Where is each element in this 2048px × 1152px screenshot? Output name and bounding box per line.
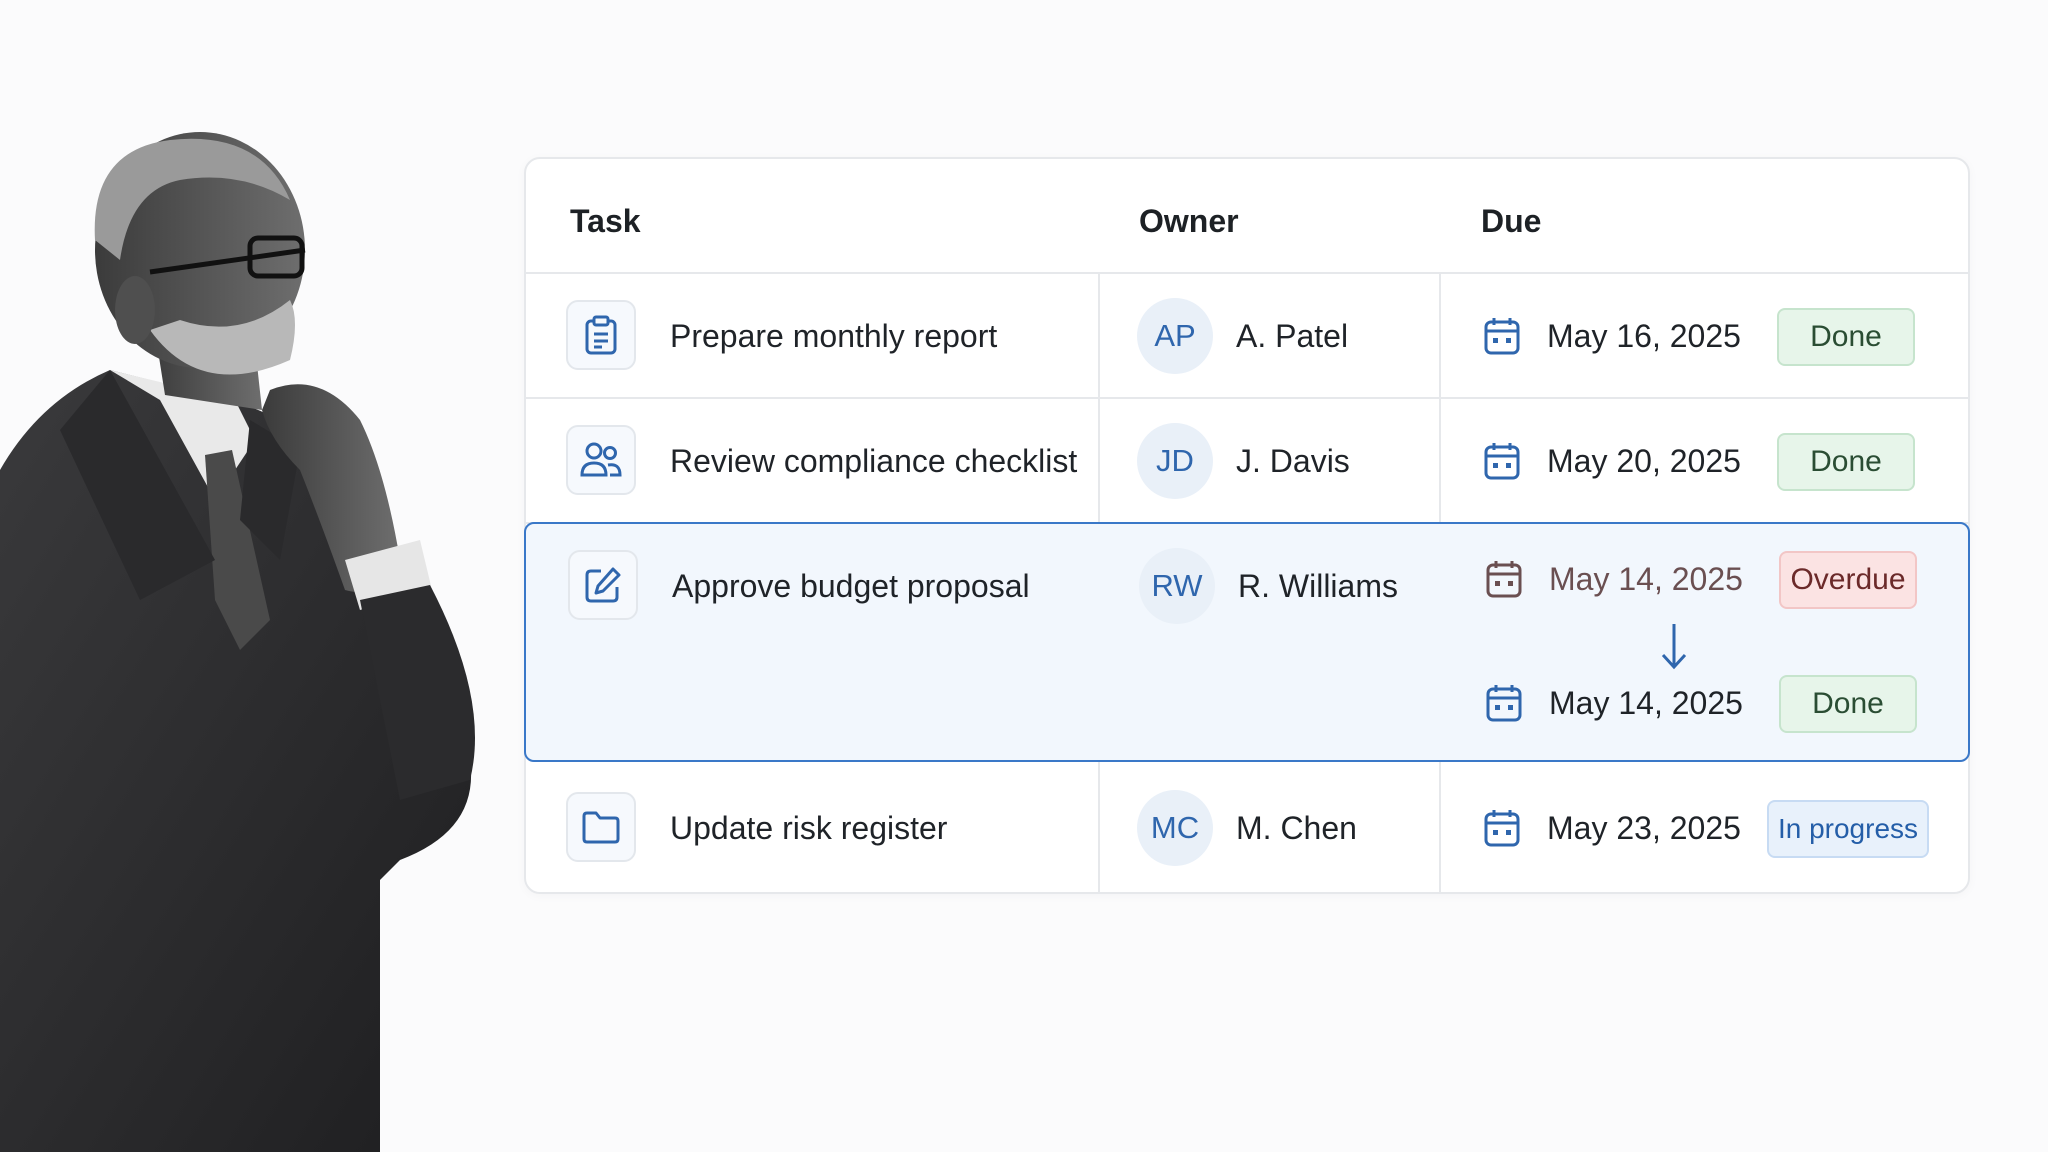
due-date: May 23, 2025	[1547, 810, 1741, 846]
status-badge: Done	[1779, 675, 1917, 733]
avatar: MC	[1137, 790, 1213, 866]
businessman-photo	[0, 132, 475, 1152]
task-name: Review compliance checklist	[670, 443, 1078, 479]
table-header: Task Owner Due	[526, 159, 1968, 274]
calendar-icon	[1486, 685, 1522, 722]
status-badge: Done	[1777, 308, 1915, 366]
column-header-owner[interactable]: Owner	[1139, 203, 1239, 240]
table-row[interactable]: Review compliance checklist JD J. Davis …	[526, 399, 1968, 524]
calendar-icon	[1486, 561, 1522, 598]
calendar-icon	[1484, 318, 1520, 355]
column-header-due[interactable]: Due	[1481, 203, 1541, 240]
previous-status-badge: Overdue	[1779, 551, 1917, 609]
task-name: Update risk register	[670, 810, 948, 846]
owner-name: R. Williams	[1238, 568, 1398, 604]
table-row[interactable]: Prepare monthly report AP A. Patel May 1…	[526, 274, 1968, 399]
task-table: Task Owner Due Prepare monthly report AP…	[524, 157, 1970, 894]
avatar: RW	[1139, 548, 1215, 624]
due-date: May 14, 2025	[1549, 685, 1743, 721]
due-date: May 16, 2025	[1547, 318, 1741, 354]
folder-icon	[566, 792, 636, 862]
owner-name: M. Chen	[1236, 810, 1357, 846]
due-date: May 20, 2025	[1547, 443, 1741, 479]
edit-icon	[568, 550, 638, 620]
arrow-down-icon	[1661, 624, 1687, 670]
calendar-icon	[1484, 443, 1520, 480]
owner-name: A. Patel	[1236, 318, 1349, 354]
previous-due-date: May 14, 2025	[1549, 561, 1743, 597]
clipboard-icon	[566, 300, 636, 370]
owner-name: J. Davis	[1236, 443, 1350, 479]
users-icon	[566, 425, 636, 495]
avatar: JD	[1137, 423, 1213, 499]
column-header-task[interactable]: Task	[570, 203, 641, 240]
task-name: Prepare monthly report	[670, 318, 998, 354]
status-badge: In progress	[1767, 800, 1929, 858]
table-row-selected[interactable]: Approve budget proposal RW R. Williams M…	[524, 522, 1970, 762]
avatar: AP	[1137, 298, 1213, 374]
calendar-icon	[1484, 810, 1520, 847]
table-row[interactable]: Update risk register MC M. Chen May 23, …	[526, 764, 1968, 894]
task-name: Approve budget proposal	[672, 568, 1030, 604]
status-badge: Done	[1777, 433, 1915, 491]
